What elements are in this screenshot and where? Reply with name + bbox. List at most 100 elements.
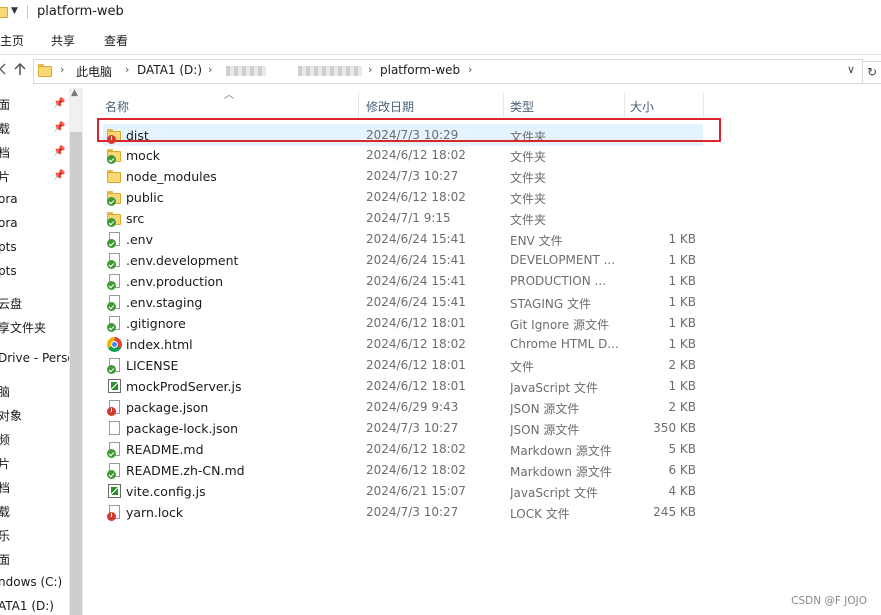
- tab-home[interactable]: 主页: [0, 32, 24, 49]
- pin-icon: 📌: [53, 146, 66, 157]
- nav-item[interactable]: 片: [0, 455, 10, 472]
- file-date: 2024/7/3 10:27: [366, 421, 459, 435]
- chevron-right-icon[interactable]: ›: [208, 63, 212, 76]
- file-row[interactable]: index.html 2024/6/12 18:02 Chrome HTML D..…: [103, 334, 703, 355]
- file-row[interactable]: README.md 2024/6/12 18:02 Markdown 源文件 5 KB: [103, 439, 703, 460]
- file-row[interactable]: public 2024/6/12 18:02 文件夹: [103, 187, 703, 208]
- breadcrumb-this-pc[interactable]: 此电脑: [76, 63, 112, 80]
- breadcrumb-current[interactable]: platform-web: [380, 63, 460, 77]
- navigation-pane: 面 📌 载 📌 档 📌 片 📌 ora ora pts pts 云盘 享文件夹 …: [0, 88, 69, 615]
- file-name: .gitignore: [126, 316, 186, 331]
- column-divider[interactable]: [624, 93, 625, 117]
- file-row[interactable]: .env.development 2024/6/24 15:41 DEVELOPME…: [103, 250, 703, 271]
- file-row[interactable]: .env.staging 2024/6/24 15:41 STAGING 文件 1 K…: [103, 292, 703, 313]
- sync-ok-badge-icon: [107, 239, 116, 248]
- sync-ok-badge-icon: [107, 197, 116, 206]
- breadcrumb-drive[interactable]: DATA1 (D:): [137, 63, 202, 77]
- redacted-path: [298, 66, 362, 76]
- file-type: JSON 源文件: [510, 423, 580, 437]
- nav-item[interactable]: 面: [0, 96, 10, 113]
- file-synced-icon: [107, 358, 122, 374]
- file-name: public: [126, 190, 164, 205]
- up-arrow-icon[interactable]: [14, 62, 26, 80]
- chevron-right-icon[interactable]: ›: [368, 63, 372, 76]
- chevron-right-icon[interactable]: ›: [468, 63, 472, 76]
- file-type: PRODUCTION ...: [510, 274, 606, 288]
- file-row[interactable]: yarn.lock 2024/7/3 10:27 LOCK 文件 245 KB: [103, 502, 703, 523]
- nav-item[interactable]: pts: [0, 264, 17, 278]
- folder-icon: [0, 4, 8, 18]
- column-divider[interactable]: [358, 93, 359, 117]
- file-type: DEVELOPMENT ...: [510, 253, 616, 267]
- address-bar[interactable]: › 此电脑 › DATA1 (D:) › › platform-web › ∨: [33, 59, 863, 84]
- file-size: 1 KB: [668, 274, 696, 288]
- file-date: 2024/6/24 15:41: [366, 253, 466, 267]
- nav-item[interactable]: 档: [0, 144, 10, 161]
- file-name: README.md: [126, 442, 204, 457]
- nav-item[interactable]: ATA1 (D:): [0, 599, 54, 613]
- file-size: 2 KB: [668, 358, 696, 372]
- file-row[interactable]: package-lock.json 2024/7/3 10:27 JSON 源文件 3…: [103, 418, 703, 439]
- tab-view[interactable]: 查看: [104, 32, 128, 49]
- nav-item[interactable]: 享文件夹: [0, 319, 46, 336]
- file-row[interactable]: LICENSE 2024/6/12 18:01 文件 2 KB: [103, 355, 703, 376]
- tab-share[interactable]: 共享: [51, 32, 75, 49]
- nav-scrollbar[interactable]: ▲: [69, 88, 83, 615]
- nav-item[interactable]: pts: [0, 240, 17, 254]
- file-error-icon: [107, 505, 122, 521]
- file-row[interactable]: .env 2024/6/24 15:41 ENV 文件 1 KB: [103, 229, 703, 250]
- chevron-right-icon[interactable]: ›: [125, 63, 129, 76]
- nav-item[interactable]: 片: [0, 168, 10, 185]
- nav-item[interactable]: 脑: [0, 383, 10, 400]
- refresh-icon[interactable]: ↻: [863, 61, 881, 84]
- address-dropdown-icon[interactable]: ∨: [847, 63, 855, 76]
- file-date: 2024/6/24 15:41: [366, 274, 466, 288]
- file-date: 2024/6/12 18:02: [366, 148, 466, 162]
- file-row[interactable]: .env.production 2024/6/24 15:41 PRODUCTION…: [103, 271, 703, 292]
- file-row[interactable]: src 2024/7/1 9:15 文件夹: [103, 208, 703, 229]
- file-row[interactable]: mock 2024/6/12 18:02 文件夹: [103, 145, 703, 166]
- file-row[interactable]: mockProdServer.js 2024/6/12 18:01 JavaScri…: [103, 376, 703, 397]
- back-arrow-icon[interactable]: [0, 63, 8, 79]
- nav-item[interactable]: 对象: [0, 407, 22, 424]
- nav-item[interactable]: 频: [0, 431, 10, 448]
- nav-item[interactable]: 档: [0, 479, 10, 496]
- file-row[interactable]: node_modules 2024/7/3 10:27 文件夹: [103, 166, 703, 187]
- nav-item[interactable]: 云盘: [0, 295, 22, 312]
- file-row[interactable]: vite.config.js 2024/6/21 15:07 JavaScript …: [103, 481, 703, 502]
- file-name: yarn.lock: [126, 505, 184, 520]
- nav-item[interactable]: 载: [0, 120, 10, 137]
- file-name: mock: [126, 148, 160, 163]
- file-row[interactable]: README.zh-CN.md 2024/6/12 18:02 Markdown 源…: [103, 460, 703, 481]
- file-icon: [107, 421, 122, 436]
- file-type: 文件夹: [510, 150, 547, 164]
- file-row[interactable]: package.json 2024/6/29 9:43 JSON 源文件 2 KB: [103, 397, 703, 418]
- column-divider[interactable]: [703, 93, 704, 117]
- nav-item[interactable]: ndows (C:): [0, 575, 62, 589]
- file-row[interactable]: .gitignore 2024/6/12 18:01 Git Ignore 源文件 1…: [103, 313, 703, 334]
- scrollbar-thumb[interactable]: [70, 132, 82, 615]
- file-date: 2024/7/1 9:15: [366, 211, 451, 225]
- quick-access-dropdown-icon[interactable]: ▼: [11, 6, 18, 16]
- column-divider[interactable]: [503, 93, 504, 117]
- nav-item[interactable]: ora: [0, 192, 18, 206]
- nav-item[interactable]: 载: [0, 503, 10, 520]
- file-name: src: [126, 211, 145, 226]
- file-type: JavaScript 文件: [510, 381, 598, 395]
- scroll-up-icon[interactable]: ▲: [71, 88, 78, 98]
- nav-item[interactable]: 面: [0, 551, 10, 568]
- nav-item[interactable]: 乐: [0, 527, 10, 544]
- sort-ascending-icon: ︿: [224, 90, 234, 101]
- chevron-right-icon[interactable]: ›: [60, 63, 64, 76]
- file-size: 5 KB: [668, 442, 696, 456]
- sync-ok-badge-icon: [107, 365, 116, 374]
- file-type: 文件夹: [510, 213, 547, 227]
- file-synced-icon: [107, 463, 122, 479]
- file-name: .env.production: [126, 274, 224, 289]
- nav-item[interactable]: ora: [0, 216, 18, 230]
- file-name: node_modules: [126, 169, 217, 184]
- nav-item[interactable]: Drive - Perso: [0, 351, 69, 365]
- file-list: ︿ 名称 修改日期 类型 大小 dist 2024/7/3 10:29 文件夹 moc…: [84, 88, 881, 615]
- sync-ok-badge-icon: [107, 323, 116, 332]
- redacted-path: [226, 66, 266, 76]
